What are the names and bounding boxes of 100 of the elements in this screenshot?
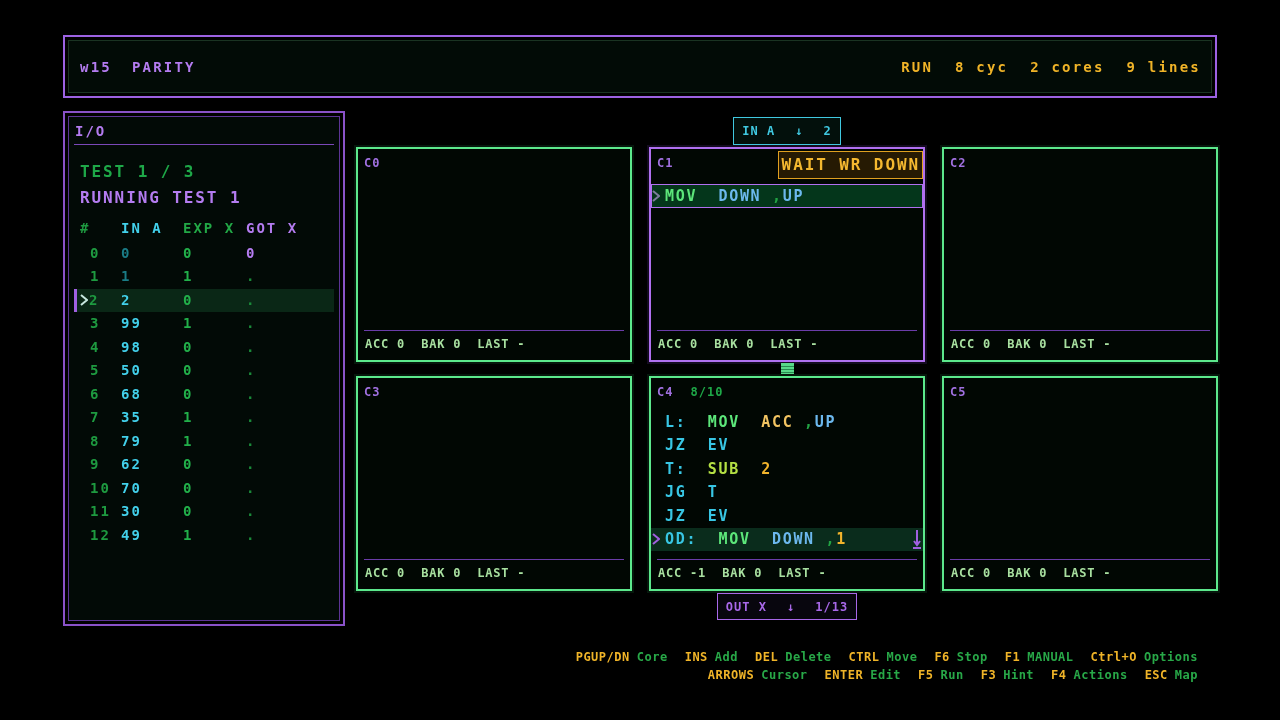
table-cell-text: . — [246, 502, 258, 521]
instruction-text[interactable]: JZ EV — [665, 436, 730, 455]
run-stat: 2 cores — [1030, 58, 1105, 75]
core-panel[interactable]: C5 ACC 0 BAK 0 LAST - — [942, 376, 1218, 591]
table-cell-text: 10 — [90, 478, 111, 498]
instruction-text[interactable]: T: SUB 2 — [665, 459, 772, 478]
shortcut-label: Hint — [1003, 667, 1035, 683]
table-cell-text: 50 — [121, 361, 143, 380]
shortcut-key: Ctrl+O — [1090, 649, 1137, 665]
core-label: C3 — [364, 385, 381, 399]
shortcut-key: F4 — [1051, 667, 1067, 683]
register-readout: LAST - — [778, 566, 827, 580]
port-value: 1/13 — [815, 599, 849, 614]
shortcut-key: ENTER — [824, 667, 864, 683]
core-label: C0 — [364, 156, 381, 170]
shortcut-key: DEL — [755, 649, 779, 665]
table-cell-text: . — [246, 384, 258, 404]
column-header: # — [80, 219, 92, 237]
register-readout: BAK 0 — [1007, 566, 1048, 580]
instruction-text[interactable]: JG T — [665, 483, 719, 502]
shortcut-label: Edit — [870, 667, 902, 683]
register-readout: ACC 0 — [365, 337, 406, 351]
pointer-icon — [652, 189, 660, 202]
table-cell-text: 9 — [90, 455, 101, 474]
table-cell-text: . — [246, 525, 258, 545]
status-badge: WAIT WR DOWN — [777, 151, 923, 179]
shortcut-key: ARROWS — [707, 667, 755, 683]
table-cell-text: 49 — [121, 525, 143, 545]
table-cell-text: 5 — [90, 361, 101, 380]
table-cell-text: . — [246, 267, 258, 286]
run-stat: 9 lines — [1126, 58, 1201, 75]
core-label: C4 — [657, 385, 674, 399]
register-readout: BAK 0 — [714, 337, 755, 351]
instruction-text[interactable]: MOV DOWN ,UP — [665, 186, 805, 205]
table-cell-text: 70 — [121, 478, 143, 498]
shortcut-label: Core — [636, 649, 668, 665]
puzzle-title: PARITY — [131, 58, 196, 75]
table-cell-text: 0 — [183, 290, 195, 310]
core-panel[interactable]: C3 ACC 0 BAK 0 LAST - — [356, 376, 632, 591]
shortcut-label: Cursor — [761, 667, 808, 683]
table-cell-text: 1 — [183, 314, 195, 333]
core-label: C1 — [657, 156, 674, 170]
table-cell-text: 0 — [121, 243, 133, 263]
table-cell-text: 7 — [90, 408, 101, 427]
table-cell-text: 1 — [90, 267, 101, 286]
table-cell-text: 0 — [183, 384, 195, 404]
register-readout: LAST - — [1063, 337, 1112, 351]
shortcut-key: F5 — [918, 667, 934, 683]
shortcut-label: Delete — [785, 649, 832, 665]
instruction-text[interactable]: L: MOV ACC ,UP — [665, 412, 837, 431]
table-cell-text: . — [246, 314, 258, 333]
table-cell-text: 62 — [121, 455, 143, 474]
instruction-text[interactable]: OD: MOV DOWN ,1 — [665, 530, 847, 549]
shortcut-key: F3 — [980, 667, 997, 683]
shortcut-label: Move — [886, 649, 918, 665]
table-cell-text: 30 — [121, 502, 143, 521]
selected-row-highlight[interactable]: 2 2 0 . — [74, 288, 334, 312]
shortcut-key: F6 — [934, 649, 950, 665]
table-cell-text: . — [246, 290, 258, 310]
register-readout: ACC -1 — [658, 566, 707, 580]
table-cell-text: 0 — [183, 455, 195, 474]
register-readout: LAST - — [770, 337, 819, 351]
table-cell-text: 35 — [121, 408, 143, 427]
pointer-icon — [652, 533, 660, 546]
table-cell-text: 3 — [90, 314, 101, 333]
register-readout: BAK 0 — [722, 566, 763, 580]
table-cell-text: 4 — [90, 337, 101, 357]
shortcut-label: Add — [714, 649, 739, 665]
table-cell-text: 0 — [183, 361, 195, 380]
flow-arrow: ↓ — [787, 599, 796, 614]
table-cell-text: 0 — [246, 243, 258, 263]
table-cell-text: 2 — [121, 290, 133, 310]
table-cell-text: 6 — [90, 384, 101, 404]
run-stat: 8 cyc — [955, 58, 1009, 75]
core-panel[interactable]: C4 8/10 L: MOV ACC ,UP JZ EV T: SUB 2 JG T JZ EV OD: MOV DOWN ,1 ACC -1 BAK 0 LAST - — [649, 376, 925, 591]
shortcut-label: Actions — [1073, 667, 1128, 683]
port-label: OUT X — [725, 599, 767, 614]
shortcut-key: ESC — [1144, 667, 1168, 683]
column-header: GOT X — [246, 219, 300, 237]
shortcut-key: CTRL — [848, 649, 880, 665]
table-cell-text: 0 — [183, 502, 195, 521]
table-cell-text: 12 — [90, 525, 111, 545]
flow-arrow: ↓ — [795, 124, 804, 138]
table-cell-text: . — [246, 408, 258, 427]
run-stat: RUN — [901, 58, 934, 75]
register-readout: ACC 0 — [365, 566, 406, 580]
table-cell-text: . — [246, 455, 258, 474]
core-panel[interactable]: C1 WAIT WR DOWN MOV DOWN ,UP ACC 0 BAK 0 LAST - — [649, 147, 925, 362]
row-pointer-icon — [80, 294, 88, 307]
table-cell-text: 11 — [90, 502, 111, 521]
core-panel[interactable]: C2 ACC 0 BAK 0 LAST - — [942, 147, 1218, 362]
register-readout: ACC 0 — [951, 337, 992, 351]
table-cell-text: 79 — [121, 431, 143, 451]
shortcut-key: F1 — [1004, 649, 1021, 665]
table-cell-text: 98 — [121, 337, 143, 357]
core-label: C2 — [950, 156, 967, 170]
test-status: RUNNING TEST 1 — [80, 189, 243, 207]
table-cell-text: 2 — [89, 290, 100, 310]
core-panel[interactable]: C0 ACC 0 BAK 0 LAST - — [356, 147, 632, 362]
instruction-text[interactable]: JZ EV — [665, 506, 730, 525]
